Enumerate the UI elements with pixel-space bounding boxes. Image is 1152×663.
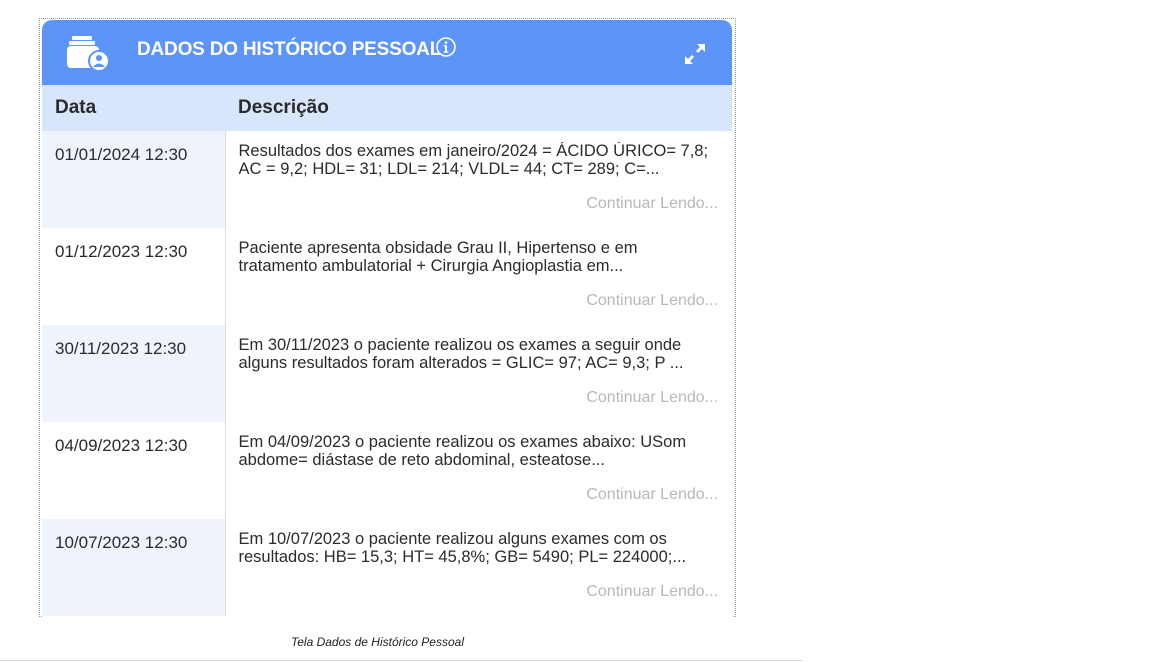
row-description-cell: Em 30/11/2023 o paciente realizou os exa… (225, 325, 732, 422)
row-date: 01/12/2023 12:30 (42, 228, 226, 325)
row-date: 30/11/2023 12:30 (42, 325, 226, 422)
row-date: 04/09/2023 12:30 (42, 422, 226, 519)
row-description: Em 04/09/2023 o paciente realizou os exa… (238, 433, 687, 469)
continue-reading-link[interactable]: Continuar Lendo... (586, 292, 718, 310)
row-description: Em 10/07/2023 o paciente realizou alguns… (238, 530, 687, 566)
column-header-date[interactable]: Data (42, 85, 225, 131)
widget-header: DADOS DO HISTÓRICO PESSOAL (42, 20, 732, 85)
folder-user-icon (67, 36, 110, 72)
continue-reading-link[interactable]: Continuar Lendo... (586, 486, 718, 504)
row-date: 10/07/2023 12:30 (42, 519, 226, 616)
widget-title: DADOS DO HISTÓRICO PESSOAL (137, 39, 442, 60)
row-description: Paciente apresenta obsidade Grau II, Hip… (238, 239, 638, 275)
expand-icon[interactable] (682, 41, 708, 67)
table-row: 30/11/2023 12:30 Em 30/11/2023 o pacient… (42, 325, 732, 422)
row-description: Resultados dos exames em janeiro/2024 = … (238, 142, 709, 178)
row-description-cell: Paciente apresenta obsidade Grau II, Hip… (225, 228, 732, 325)
column-header-description[interactable]: Descrição (225, 85, 732, 131)
table-row: 01/12/2023 12:30 Paciente apresenta obsi… (42, 228, 732, 325)
row-date: 01/01/2024 12:30 (42, 131, 226, 228)
row-description-cell: Em 04/09/2023 o paciente realizou os exa… (225, 422, 732, 519)
table-row: 10/07/2023 12:30 Em 10/07/2023 o pacient… (42, 519, 732, 616)
continue-reading-link[interactable]: Continuar Lendo... (586, 583, 718, 601)
table-row: 04/09/2023 12:30 Em 04/09/2023 o pacient… (42, 422, 732, 519)
continue-reading-link[interactable]: Continuar Lendo... (586, 195, 718, 213)
row-description-cell: Em 10/07/2023 o paciente realizou alguns… (225, 519, 732, 616)
continue-reading-link[interactable]: Continuar Lendo... (586, 389, 718, 407)
row-description-cell: Resultados dos exames em janeiro/2024 = … (225, 131, 732, 228)
info-icon[interactable] (435, 36, 457, 58)
table-header-row: Data Descrição (42, 85, 732, 131)
history-table: Data Descrição 01/01/2024 12:30 Resultad… (42, 85, 732, 616)
personal-history-widget: DADOS DO HISTÓRICO PESSOAL Data Descriçã… (42, 20, 732, 617)
table-row: 01/01/2024 12:30 Resultados dos exames e… (42, 131, 732, 228)
row-description: Em 30/11/2023 o paciente realizou os exa… (238, 336, 684, 372)
divider (0, 660, 802, 661)
figure-caption: Tela Dados de Histórico Pessoal (291, 635, 464, 649)
